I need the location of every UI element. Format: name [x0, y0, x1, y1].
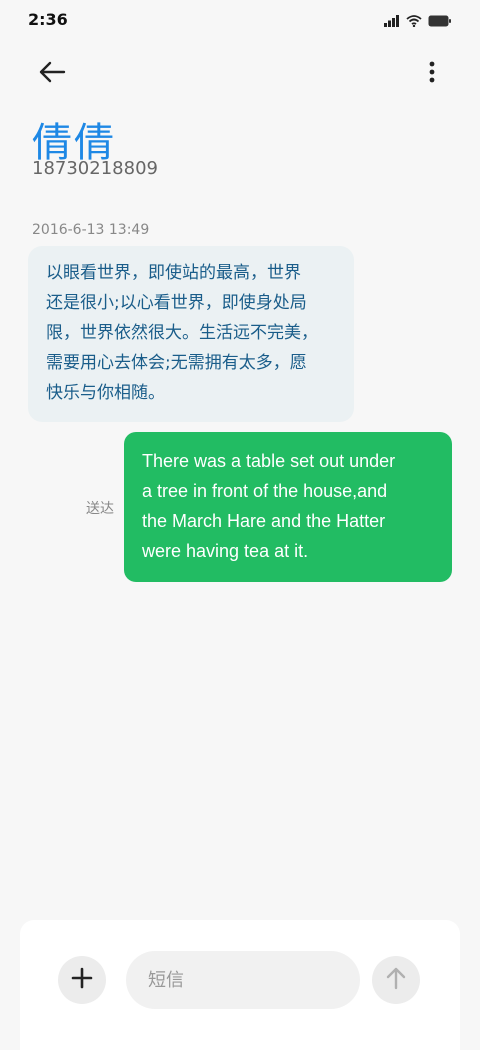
- message-input[interactable]: [126, 951, 360, 1009]
- message-line: 还是很小;以心看世界，即使身处局: [46, 293, 307, 313]
- plus-icon: [71, 967, 93, 993]
- message-composer: [20, 920, 460, 1050]
- message-line: a tree in front of the house,and: [142, 481, 388, 501]
- back-button[interactable]: [28, 50, 76, 98]
- message-line: the March Hare and the Hatter: [142, 511, 386, 531]
- outgoing-message-bubble[interactable]: There was a table set out under a tree i…: [124, 432, 452, 582]
- delivery-status: 送达: [86, 501, 114, 517]
- message-line: 快乐与你相随。: [46, 383, 165, 403]
- app-bar: [0, 44, 480, 94]
- add-attachment-button[interactable]: [58, 956, 106, 1004]
- arrow-up-icon: [385, 966, 407, 994]
- wifi-icon: [406, 12, 422, 31]
- status-icons: [384, 12, 452, 31]
- status-bar: 2:36: [0, 0, 480, 40]
- message-line: 以眼看世界，即使站的最高，世界: [46, 263, 301, 283]
- incoming-message-bubble[interactable]: 以眼看世界，即使站的最高，世界 还是很小;以心看世界，即使身处局 限，世界依然很…: [28, 246, 354, 422]
- contact-number: 18730218809: [32, 158, 158, 179]
- message-line: were having tea at it.: [142, 541, 309, 561]
- status-time: 2:36: [28, 10, 68, 29]
- signal-icon: [384, 12, 400, 31]
- message-line: 需要用心去体会;无需拥有太多，愿: [46, 353, 307, 373]
- message-line: 限，世界依然很大。生活远不完美，: [46, 323, 318, 343]
- battery-icon: [428, 12, 452, 31]
- arrow-left-icon: [38, 61, 66, 87]
- send-button[interactable]: [372, 956, 420, 1004]
- message-line: There was a table set out under: [142, 451, 396, 471]
- more-options-button[interactable]: [414, 50, 450, 98]
- message-timestamp: 2016-6-13 13:49: [32, 222, 150, 238]
- more-vertical-icon: [429, 61, 435, 87]
